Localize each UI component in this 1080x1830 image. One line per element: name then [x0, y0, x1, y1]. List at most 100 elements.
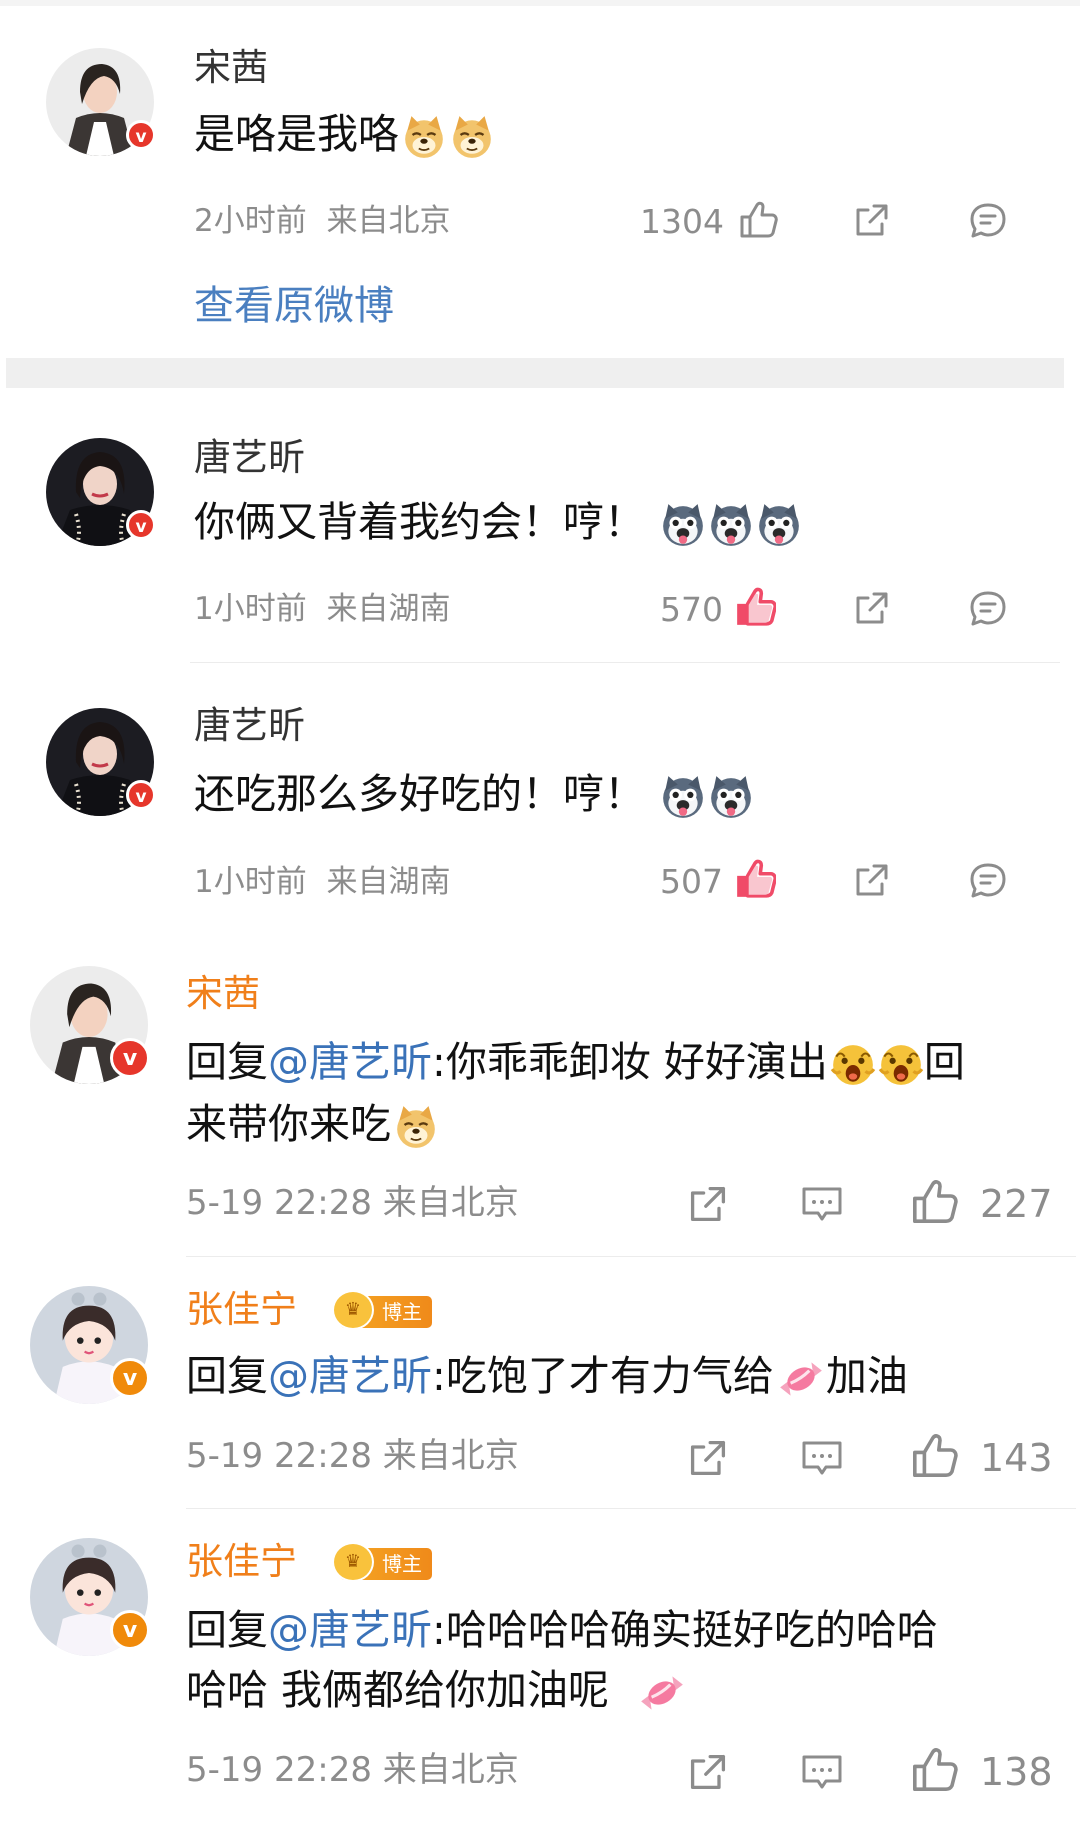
like-count: 570 — [660, 590, 723, 629]
comment-meta: 1小时前 来自湖南 — [194, 589, 450, 629]
like-count: 507 — [660, 862, 723, 901]
view-original-link[interactable]: 查看原微博 — [194, 281, 394, 331]
avatar[interactable]: v — [30, 966, 150, 1084]
verified-v-icon: v — [126, 780, 156, 810]
share-icon[interactable] — [852, 588, 892, 628]
doge-emoji — [393, 1104, 439, 1150]
share-icon[interactable] — [686, 1436, 730, 1480]
reply-body: :哈哈哈哈确实挺好吃的哈哈 — [432, 1606, 938, 1654]
liked-thumb-icon[interactable] — [734, 858, 776, 900]
liked-thumb-icon[interactable] — [734, 586, 776, 628]
like-count: 138 — [980, 1750, 1053, 1794]
share-icon[interactable] — [686, 1750, 730, 1794]
reply-icon[interactable] — [968, 588, 1008, 628]
reply-body-cont: 哈哈 我俩都给你加油呢 — [186, 1666, 610, 1714]
comment-time: 1小时前 — [194, 591, 307, 627]
husky-emoji — [660, 774, 706, 820]
reply-prefix: 回复 — [186, 1606, 268, 1654]
comment-icon[interactable] — [800, 1182, 844, 1226]
top-strip — [0, 0, 1080, 6]
commenter-name[interactable]: 宋茜 — [186, 972, 260, 1016]
reply-body-end: 回 — [923, 1038, 965, 1086]
reply-prefix: 回复 — [186, 1038, 268, 1086]
like-thumb-icon[interactable] — [738, 200, 778, 240]
reply-meta: 5-19 22:28 来自北京 — [186, 1750, 519, 1790]
comment-meta: 1小时前 来自湖南 — [194, 862, 450, 902]
blogger-badge: ♛ 博主 — [332, 1290, 432, 1330]
verified-v-icon: v — [110, 1358, 150, 1398]
reply-text-line-2: 来带你来吃 — [186, 1094, 439, 1154]
comment-icon[interactable] — [800, 1436, 844, 1480]
reply-body-cont: 来带你来吃 — [186, 1100, 391, 1148]
crown-icon: ♛ — [332, 1290, 374, 1330]
like-count: 227 — [980, 1182, 1053, 1226]
reply-meta: 5-19 22:28 来自北京 — [186, 1183, 519, 1223]
comment-text: 还吃那么多好吃的！哼！ — [194, 764, 754, 824]
husky-emoji — [708, 774, 754, 820]
avatar[interactable]: v — [46, 708, 156, 816]
doge-emoji — [401, 114, 447, 160]
gasp-emoji — [830, 1042, 876, 1088]
husky-emoji — [708, 502, 754, 548]
comment-location: 来自湖南 — [326, 864, 451, 900]
mention-link[interactable]: @唐艺昕 — [268, 1352, 432, 1400]
verified-v-icon: v — [110, 1038, 150, 1078]
verified-v-icon: v — [126, 510, 156, 540]
share-icon[interactable] — [852, 860, 892, 900]
comment-icon[interactable] — [800, 1750, 844, 1794]
gasp-emoji — [878, 1042, 924, 1088]
comment-body: 你俩又背着我约会！哼！ — [194, 498, 645, 546]
reply-text-line-1: 回复@唐艺昕:吃饱了才有力气给 加油 — [186, 1346, 908, 1406]
commenter-name[interactable]: 唐艺昕 — [194, 704, 305, 748]
candy-emoji — [637, 1670, 687, 1716]
like-thumb-icon[interactable] — [910, 1432, 958, 1480]
blogger-badge: ♛ 博主 — [332, 1542, 432, 1582]
verified-v-icon: v — [110, 1610, 150, 1650]
like-count: 143 — [980, 1436, 1053, 1480]
comment-body: 还吃那么多好吃的！哼！ — [194, 770, 645, 818]
doge-emoji — [449, 114, 495, 160]
like-thumb-icon[interactable] — [910, 1178, 958, 1226]
badge-label: 博主 — [382, 1300, 422, 1324]
commenter-name[interactable]: 张佳宁 — [186, 1288, 297, 1332]
reply-prefix: 回复 — [186, 1352, 268, 1400]
share-icon[interactable] — [686, 1182, 730, 1226]
divider — [190, 662, 1060, 663]
husky-emoji — [756, 502, 802, 548]
divider — [186, 1256, 1076, 1257]
reply-meta: 5-19 22:28 来自北京 — [186, 1436, 519, 1476]
comment-meta: 2小时前 来自北京 — [194, 201, 450, 241]
section-separator — [6, 358, 1064, 388]
reply-text-line-1: 回复@唐艺昕:你乖乖卸妆 好好演出 回 — [186, 1032, 965, 1092]
husky-emoji — [660, 502, 706, 548]
comment-text: 你俩又背着我约会！哼！ — [194, 492, 802, 552]
mention-link[interactable]: @唐艺昕 — [268, 1606, 432, 1654]
divider — [186, 1508, 1076, 1509]
verified-v-icon: v — [126, 120, 156, 150]
crown-icon: ♛ — [332, 1542, 374, 1582]
commenter-name[interactable]: 唐艺昕 — [194, 436, 305, 480]
commenter-name[interactable]: 宋茜 — [194, 46, 268, 90]
reply-icon[interactable] — [968, 860, 1008, 900]
comment-time: 1小时前 — [194, 864, 307, 900]
avatar[interactable]: v — [30, 1538, 150, 1656]
avatar[interactable]: v — [46, 438, 156, 546]
mention-link[interactable]: @唐艺昕 — [268, 1038, 432, 1086]
like-count: 1304 — [640, 202, 724, 241]
comment-location: 来自北京 — [326, 203, 451, 239]
reply-body: :你乖乖卸妆 好好演出 — [432, 1038, 828, 1086]
reply-body: :吃饱了才有力气给 — [432, 1352, 774, 1400]
candy-emoji — [776, 1356, 826, 1402]
reply-body-end: 加油 — [825, 1352, 908, 1400]
comment-location: 来自湖南 — [326, 591, 451, 627]
avatar[interactable]: v — [30, 1286, 150, 1404]
commenter-name[interactable]: 张佳宁 — [186, 1540, 297, 1584]
comment-time: 2小时前 — [194, 203, 307, 239]
reply-icon[interactable] — [968, 200, 1008, 240]
like-thumb-icon[interactable] — [910, 1746, 958, 1794]
avatar[interactable]: v — [46, 48, 156, 156]
reply-text-line-2: 哈哈 我俩都给你加油呢 — [186, 1660, 687, 1720]
comment-body: 是咯是我咯 — [194, 110, 399, 158]
share-icon[interactable] — [852, 200, 892, 240]
reply-text-line-1: 回复@唐艺昕:哈哈哈哈确实挺好吃的哈哈 — [186, 1600, 938, 1660]
